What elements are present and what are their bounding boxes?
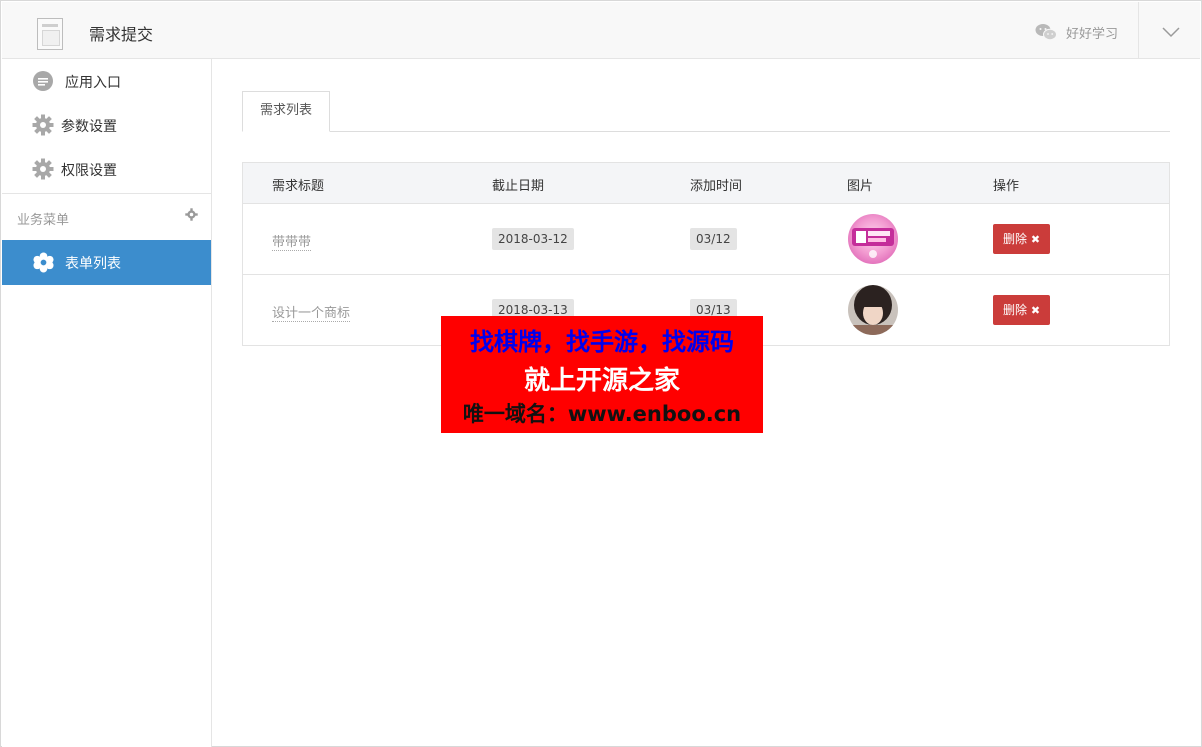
chevron-down-icon[interactable] bbox=[1162, 26, 1180, 38]
sidebar-item-label: 应用入口 bbox=[65, 75, 121, 91]
app-window: 需求提交 好好学习 应用入口 参数设置 权限设置 业务菜单 表单列表 需求列表 … bbox=[0, 0, 1202, 747]
table-header: 需求标题 截止日期 添加时间 图片 操作 bbox=[243, 163, 1169, 204]
watermark-banner: 找棋牌，找手游，找源码 就上开源之家 唯一域名：www.enboo.cn bbox=[441, 316, 763, 433]
deadline-tag: 2018-03-12 bbox=[492, 228, 574, 250]
delete-button[interactable]: 删除 ✖ bbox=[993, 295, 1051, 325]
column-header-title: 需求标题 bbox=[272, 179, 325, 194]
delete-label: 删除 bbox=[1003, 303, 1028, 317]
sidebar-item-permissions[interactable]: 权限设置 bbox=[2, 147, 211, 191]
sidebar-divider bbox=[2, 193, 211, 194]
close-icon: ✖ bbox=[1030, 233, 1041, 246]
app-title: 需求提交 bbox=[89, 25, 154, 44]
tab-demand-list[interactable]: 需求列表 bbox=[242, 91, 330, 132]
user-name[interactable]: 好好学习 bbox=[1066, 23, 1118, 42]
header-divider bbox=[1138, 2, 1139, 59]
chat-bubble-icon bbox=[33, 71, 53, 91]
delete-button[interactable]: 删除 ✖ bbox=[993, 224, 1051, 254]
gear-icon[interactable] bbox=[185, 208, 198, 221]
watermark-line-1: 找棋牌，找手游，找源码 bbox=[470, 328, 734, 356]
row-title-link[interactable]: 设计一个商标 bbox=[272, 302, 351, 322]
row-title-link[interactable]: 带带带 bbox=[272, 231, 312, 251]
sidebar-item-label: 参数设置 bbox=[61, 119, 117, 135]
sidebar-item-form-list[interactable]: 表单列表 bbox=[2, 240, 211, 285]
added-time-tag: 03/12 bbox=[690, 228, 737, 250]
sidebar: 应用入口 参数设置 权限设置 业务菜单 表单列表 bbox=[2, 59, 212, 747]
wechat-icon bbox=[1035, 24, 1057, 41]
gear-icon bbox=[32, 114, 54, 136]
gear-icon bbox=[32, 158, 54, 180]
close-icon: ✖ bbox=[1030, 304, 1041, 317]
promo-thumbnail[interactable] bbox=[848, 214, 898, 264]
column-header-actions: 操作 bbox=[993, 179, 1020, 194]
tabs-baseline bbox=[242, 131, 1170, 132]
sidebar-item-params[interactable]: 参数设置 bbox=[2, 103, 211, 147]
portrait-thumbnail[interactable] bbox=[848, 285, 898, 335]
watermark-line-3: 唯一域名：www.enboo.cn bbox=[462, 402, 742, 426]
watermark-line-2: 就上开源之家 bbox=[523, 366, 680, 396]
sidebar-item-label: 权限设置 bbox=[61, 163, 117, 179]
flower-gear-icon bbox=[33, 252, 54, 273]
sidebar-item-label: 表单列表 bbox=[65, 256, 121, 272]
column-header-deadline: 截止日期 bbox=[492, 179, 545, 194]
column-header-added: 添加时间 bbox=[690, 179, 743, 194]
app-logo-icon bbox=[37, 18, 63, 50]
sidebar-group-label: 业务菜单 bbox=[17, 213, 70, 228]
column-header-image: 图片 bbox=[847, 179, 874, 194]
top-header: 需求提交 好好学习 bbox=[2, 2, 1200, 59]
table-row: 带带带 2018-03-12 03/12 删除 ✖ bbox=[243, 204, 1169, 275]
delete-label: 删除 bbox=[1003, 232, 1028, 246]
sidebar-item-app-entry[interactable]: 应用入口 bbox=[2, 59, 211, 103]
